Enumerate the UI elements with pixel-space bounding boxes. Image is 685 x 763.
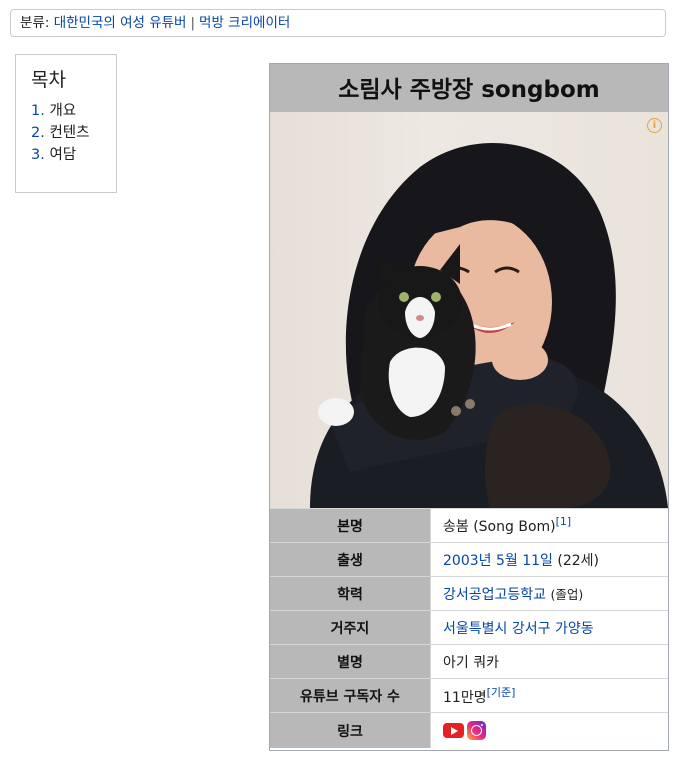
table-of-contents: 목차 1. 개요 2. 컨텐츠 3. 여담 xyxy=(15,54,117,193)
instagram-icon[interactable] xyxy=(467,721,486,740)
toc-item-number: 3. xyxy=(31,147,45,163)
school-link[interactable]: 강서공업고등학교 xyxy=(443,587,546,603)
toc-item[interactable]: 3. 여담 xyxy=(31,144,116,166)
row-key-residence: 거주지 xyxy=(270,610,431,645)
subscriber-count: 11만명 xyxy=(443,690,487,706)
graduation-status: (졸업) xyxy=(550,586,584,602)
table-row: 별명 아기 쿼카 xyxy=(270,644,668,679)
row-key-birth: 출생 xyxy=(270,542,431,577)
row-key-education: 학력 xyxy=(270,576,431,611)
infobox-title: 소림사 주방장 songbom xyxy=(270,64,668,112)
row-value-links xyxy=(430,712,668,748)
toc-item-number: 2. xyxy=(31,125,45,141)
info-icon[interactable]: i xyxy=(647,118,662,133)
toc-item-label[interactable]: 여담 xyxy=(49,147,76,163)
row-key-links: 링크 xyxy=(270,712,431,748)
row-value-birth: 2003년 5월 11일 (22세) xyxy=(430,542,668,577)
row-value-nickname: 아기 쿼카 xyxy=(430,644,668,679)
toc-item-label[interactable]: 컨텐츠 xyxy=(49,125,89,141)
row-key-subscribers: 유튜브 구독자 수 xyxy=(270,678,431,713)
category-separator: | xyxy=(190,15,196,31)
row-key-nickname: 별명 xyxy=(270,644,431,679)
toc-item-label[interactable]: 개요 xyxy=(49,103,76,119)
infobox: 소림사 주방장 songbom i 본명 송봄 (Song Bom)[1] 출생… xyxy=(269,63,669,751)
infobox-table: 본명 송봄 (Song Bom)[1] 출생 2003년 5월 11일 (22세… xyxy=(270,508,668,748)
table-row: 유튜브 구독자 수 11만명[기준] xyxy=(270,678,668,713)
row-value-name: 송봄 (Song Bom)[1] xyxy=(430,508,668,543)
age: (22세) xyxy=(557,552,599,569)
table-row: 링크 xyxy=(270,712,668,748)
toc-list: 1. 개요 2. 컨텐츠 3. 여담 xyxy=(31,100,116,166)
table-row: 본명 송봄 (Song Bom)[1] xyxy=(270,508,668,543)
row-value-subscribers: 11만명[기준] xyxy=(430,678,668,713)
table-row: 거주지 서울특별시 강서구 가양동 xyxy=(270,610,668,645)
profile-photo[interactable]: i xyxy=(270,112,668,508)
table-row: 출생 2003년 5월 11일 (22세) xyxy=(270,542,668,577)
reference-basis[interactable]: [기준] xyxy=(487,686,516,699)
toc-item[interactable]: 1. 개요 xyxy=(31,100,116,122)
toc-title: 목차 xyxy=(31,69,66,91)
table-row: 학력 강서공업고등학교 (졸업) xyxy=(270,576,668,611)
category-link-mukbang-creator[interactable]: 먹방 크리에이터 xyxy=(199,15,290,31)
youtube-icon[interactable] xyxy=(443,723,464,738)
residence-link[interactable]: 서울특별시 강서구 가양동 xyxy=(443,621,594,637)
row-value-education: 강서공업고등학교 (졸업) xyxy=(430,576,668,611)
category-link-female-youtuber[interactable]: 대한민국의 여성 유튜버 xyxy=(54,15,187,31)
profile-photo-illustration xyxy=(310,142,668,508)
category-label: 분류: xyxy=(20,15,50,31)
toc-item-number: 1. xyxy=(31,103,45,119)
birth-date-link[interactable]: 2003년 5월 11일 xyxy=(443,553,553,569)
row-key-name: 본명 xyxy=(270,508,431,543)
real-name: 송봄 (Song Bom) xyxy=(443,519,556,535)
toc-item[interactable]: 2. 컨텐츠 xyxy=(31,122,116,144)
category-bar: 분류: 대한민국의 여성 유튜버 | 먹방 크리에이터 xyxy=(10,9,666,37)
row-value-residence: 서울특별시 강서구 가양동 xyxy=(430,610,668,645)
reference-1[interactable]: [1] xyxy=(556,515,572,528)
